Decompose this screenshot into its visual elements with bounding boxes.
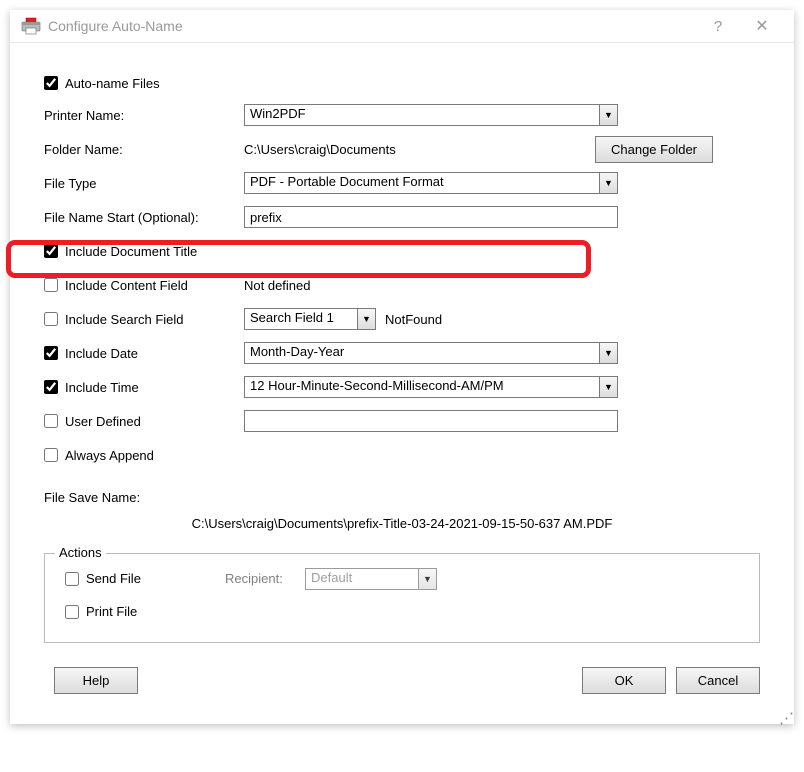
time-format-combo[interactable]: 12 Hour-Minute-Second-Millisecond-AM/PM …: [244, 376, 618, 398]
include-title-checkbox[interactable]: Include Document Title: [44, 244, 244, 259]
resize-grip-icon[interactable]: ⋰: [10, 714, 794, 724]
close-icon[interactable]: ✕: [740, 16, 784, 36]
window-title: Configure Auto-Name: [48, 18, 183, 34]
autoname-checkbox[interactable]: Auto-name Files: [44, 76, 244, 91]
user-defined-input[interactable]: [244, 410, 618, 432]
folder-label: Folder Name:: [44, 142, 244, 157]
actions-legend: Actions: [55, 545, 106, 560]
content-field-value: Not defined: [244, 278, 311, 293]
date-format-combo[interactable]: Month-Day-Year ▼: [244, 342, 618, 364]
print-file-checkbox[interactable]: Print File: [65, 604, 225, 619]
send-file-checkbox[interactable]: Send File: [65, 571, 225, 586]
chevron-down-icon[interactable]: ▼: [599, 377, 617, 397]
folder-value: C:\Users\craig\Documents: [244, 142, 396, 157]
always-append-checkbox[interactable]: Always Append: [44, 448, 244, 463]
actions-group: Actions Send File Recipient: Default ▼ P…: [44, 553, 760, 643]
change-folder-button[interactable]: Change Folder: [595, 136, 713, 163]
file-save-name-label: File Save Name:: [44, 472, 760, 507]
printer-label: Printer Name:: [44, 108, 244, 123]
search-field-combo[interactable]: Search Field 1 ▼: [244, 308, 376, 330]
help-icon[interactable]: ?: [696, 18, 740, 35]
cancel-button[interactable]: Cancel: [676, 667, 760, 694]
chevron-down-icon: ▼: [418, 569, 436, 589]
search-field-status: NotFound: [385, 312, 442, 327]
printer-combo[interactable]: Win2PDF ▼: [244, 104, 618, 126]
printer-icon: [20, 17, 42, 35]
dialog-window: Configure Auto-Name ? ✕ Auto-name Files …: [10, 10, 794, 724]
include-content-checkbox[interactable]: Include Content Field: [44, 278, 244, 293]
file-save-name-preview: C:\Users\craig\Documents\prefix-Title-03…: [44, 507, 760, 549]
chevron-down-icon[interactable]: ▼: [357, 309, 375, 329]
chevron-down-icon[interactable]: ▼: [599, 343, 617, 363]
dialog-content: Auto-name Files Printer Name: Win2PDF ▼ …: [10, 43, 794, 714]
chevron-down-icon[interactable]: ▼: [599, 173, 617, 193]
recipient-label: Recipient:: [225, 571, 305, 586]
help-button[interactable]: Help: [54, 667, 138, 694]
titlebar[interactable]: Configure Auto-Name ? ✕: [10, 10, 794, 43]
filename-start-input[interactable]: [244, 206, 618, 228]
recipient-combo: Default ▼: [305, 568, 437, 590]
filetype-label: File Type: [44, 176, 244, 191]
include-search-checkbox[interactable]: Include Search Field: [44, 312, 244, 327]
filetype-combo[interactable]: PDF - Portable Document Format ▼: [244, 172, 618, 194]
user-defined-checkbox[interactable]: User Defined: [44, 414, 244, 429]
ok-button[interactable]: OK: [582, 667, 666, 694]
filename-start-label: File Name Start (Optional):: [44, 210, 244, 225]
include-time-checkbox[interactable]: Include Time: [44, 380, 244, 395]
include-date-checkbox[interactable]: Include Date: [44, 346, 244, 361]
chevron-down-icon[interactable]: ▼: [599, 105, 617, 125]
